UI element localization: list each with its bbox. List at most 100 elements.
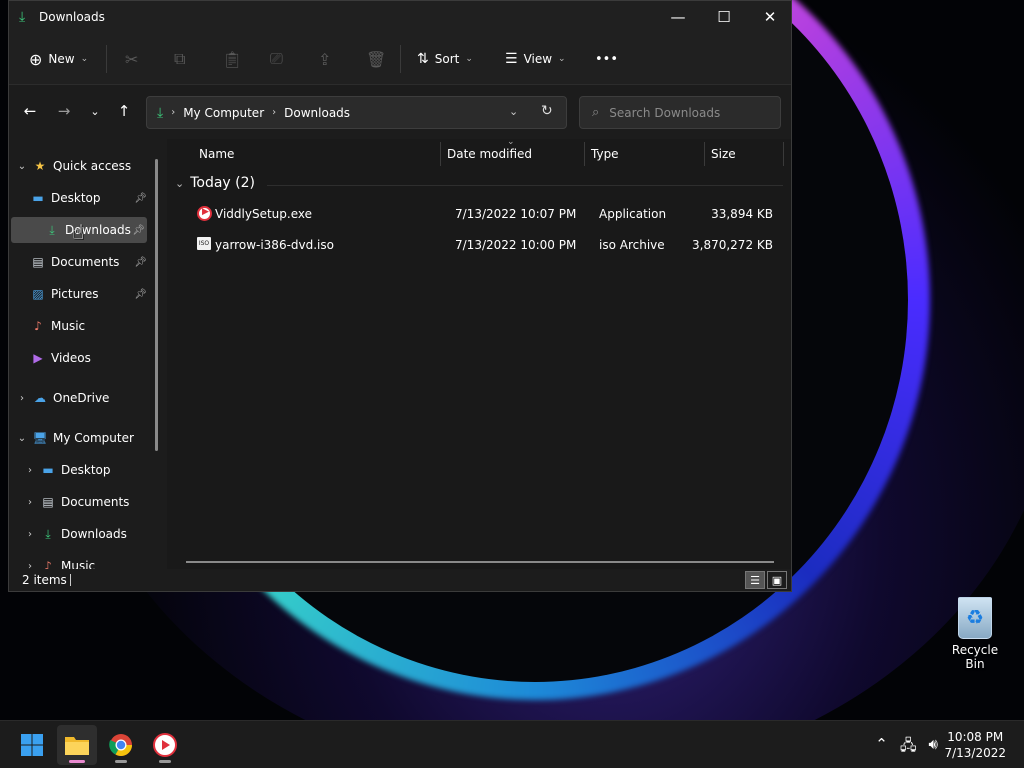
nav-item-my-computer[interactable]: ⌄ 🖥︎ My Computer — [13, 425, 149, 451]
nav-item-pc-documents[interactable]: › ▤ Documents — [21, 489, 149, 515]
nav-item-music[interactable]: ♪ Music — [29, 313, 149, 339]
recycle-bin-label: Recycle Bin — [951, 643, 999, 671]
taskbar: ⌃ 🖧︎ 🔊︎ 10:08 PM 7/13/2022 — [0, 720, 1024, 768]
navigation-pane-scrollbar[interactable] — [155, 159, 158, 451]
taskbar-file-explorer[interactable] — [57, 725, 97, 765]
file-row[interactable]: ▶ ViddlySetup.exe 7/13/2022 10:07 PM App… — [183, 200, 783, 228]
music-icon: ♪ — [34, 319, 42, 333]
large-icons-view-icon: ▣ — [771, 573, 783, 587]
column-header-name[interactable]: Name — [199, 139, 234, 169]
taskbar-chrome[interactable] — [101, 725, 141, 765]
recent-locations-button[interactable]: ⌄ — [84, 100, 106, 122]
chevron-right-icon: › — [28, 464, 32, 476]
nav-item-label: Documents — [61, 495, 130, 509]
chevron-up-icon[interactable]: ⌃ — [875, 735, 888, 760]
nav-item-pc-desktop[interactable]: › ▬ Desktop — [21, 457, 149, 483]
details-view-button[interactable]: ☰ — [745, 571, 765, 589]
maximize-button[interactable]: ☐ — [701, 1, 747, 33]
nav-item-videos[interactable]: ▶ Videos — [29, 345, 149, 371]
download-icon: ⤓ — [45, 526, 51, 541]
folder-icon — [65, 737, 89, 755]
rename-button[interactable]: ⎚ — [270, 45, 283, 73]
back-button[interactable]: ← — [19, 100, 41, 122]
copy-icon: ⧉ — [174, 49, 186, 68]
close-button[interactable]: ✕ — [747, 1, 793, 33]
network-icon[interactable]: 🖧︎ — [900, 735, 917, 760]
chevron-down-icon: ⌄ — [558, 54, 566, 64]
breadcrumb-segment[interactable]: My Computer — [183, 106, 264, 120]
file-row[interactable]: ISO yarrow-i386-dvd.iso 7/13/2022 10:00 … — [183, 231, 783, 259]
nav-item-label: OneDrive — [53, 391, 110, 405]
plus-circle-icon: ⊕ — [29, 49, 43, 69]
nav-item-documents[interactable]: ▤ Documents 📌︎ — [29, 249, 149, 275]
column-header-type[interactable]: Type — [591, 139, 619, 169]
nav-item-pc-downloads[interactable]: › ⤓ Downloads — [21, 521, 149, 547]
nav-item-onedrive[interactable]: › ☁ OneDrive — [13, 385, 149, 411]
nav-item-label: Documents — [51, 255, 120, 269]
large-icons-view-button[interactable]: ▣ — [767, 571, 787, 589]
documents-icon: ▤ — [32, 255, 44, 269]
view-button[interactable]: ☰ View ⌄ — [505, 45, 566, 73]
start-button[interactable] — [12, 725, 52, 765]
chevron-right-icon: › — [20, 392, 24, 404]
share-button[interactable]: ⇪ — [318, 45, 331, 73]
cut-icon: ✂ — [125, 49, 139, 69]
paste-icon: 📋︎ — [222, 49, 243, 69]
download-icon: ⤓ — [49, 222, 55, 237]
chrome-icon — [109, 734, 132, 756]
chevron-down-icon: ⌄ — [175, 176, 185, 190]
column-divider[interactable] — [440, 142, 441, 166]
taskbar-viddly[interactable] — [145, 725, 185, 765]
file-date: 7/13/2022 10:07 PM — [455, 207, 577, 221]
delete-button[interactable]: 🗑︎ — [366, 45, 386, 73]
see-more-button[interactable]: ••• — [595, 45, 618, 73]
viddly-app-icon — [153, 733, 177, 757]
iso-file-icon: ISO — [197, 237, 211, 250]
nav-item-label: Quick access — [53, 159, 132, 173]
column-divider[interactable] — [584, 142, 585, 166]
nav-item-label: Downloads — [61, 527, 127, 541]
file-size: 3,870,272 KB — [692, 238, 773, 252]
clock[interactable]: 10:08 PM 7/13/2022 — [944, 729, 1006, 761]
cut-button[interactable]: ✂ — [125, 45, 138, 73]
cloud-icon: ☁ — [34, 391, 46, 405]
group-header-today[interactable]: ⌄ Today (2) — [175, 175, 255, 191]
column-divider[interactable] — [783, 142, 784, 166]
system-tray: ⌃ 🖧︎ 🔊︎ — [875, 735, 938, 760]
sort-button[interactable]: ⇅ Sort ⌄ — [417, 45, 473, 73]
column-header-size[interactable]: Size — [711, 139, 736, 169]
breadcrumb-segment[interactable]: Downloads — [284, 106, 350, 120]
file-size: 33,894 KB — [711, 207, 773, 221]
nav-item-quick-access[interactable]: ⌄ ★ Quick access — [13, 153, 149, 179]
view-lines-icon: ☰ — [505, 51, 518, 67]
column-divider[interactable] — [704, 142, 705, 166]
chevron-down-icon: ⌄ — [80, 54, 89, 64]
new-button[interactable]: ⊕ New ⌄ — [29, 45, 88, 73]
download-icon: ⤓ — [19, 9, 26, 25]
address-bar[interactable]: ⤓ › My Computer › Downloads ⌄ ↻ — [146, 96, 567, 129]
nav-item-pictures[interactable]: ▨ Pictures 📌︎ — [29, 281, 149, 307]
navigation-bar: ← → ⌄ ↑ ⤓ › My Computer › Downloads ⌄ ↻ … — [9, 85, 791, 139]
minimize-icon: — — [670, 8, 686, 26]
search-input[interactable] — [609, 105, 760, 120]
documents-icon: ▤ — [42, 495, 54, 509]
running-indicator — [115, 760, 127, 763]
nav-item-desktop[interactable]: ▬ Desktop 📌︎ — [29, 185, 149, 211]
copy-button[interactable]: ⧉ — [174, 45, 185, 73]
desktop-icon: ▬ — [42, 463, 54, 477]
nav-item-pc-music[interactable]: › ♪ Music — [21, 553, 149, 569]
nav-item-label: Pictures — [51, 287, 99, 301]
minimize-button[interactable]: — — [655, 1, 701, 33]
horizontal-scrollbar[interactable] — [186, 561, 774, 563]
up-button[interactable]: ↑ — [113, 100, 135, 122]
refresh-icon[interactable]: ↻ — [541, 103, 553, 119]
paste-button[interactable]: 📋︎ — [222, 45, 242, 73]
volume-icon[interactable]: 🔊︎ — [929, 735, 938, 760]
music-icon: ♪ — [44, 559, 52, 569]
search-box[interactable]: ⌕ — [579, 96, 781, 129]
column-header-date-modified[interactable]: Date modified — [447, 139, 532, 169]
address-dropdown-icon[interactable]: ⌄ — [509, 105, 518, 118]
desktop-icon-recycle-bin[interactable]: Recycle Bin — [942, 597, 1008, 671]
forward-button[interactable]: → — [53, 100, 75, 122]
title-bar[interactable]: ⤓ Downloads — ☐ ✕ — [9, 1, 791, 33]
